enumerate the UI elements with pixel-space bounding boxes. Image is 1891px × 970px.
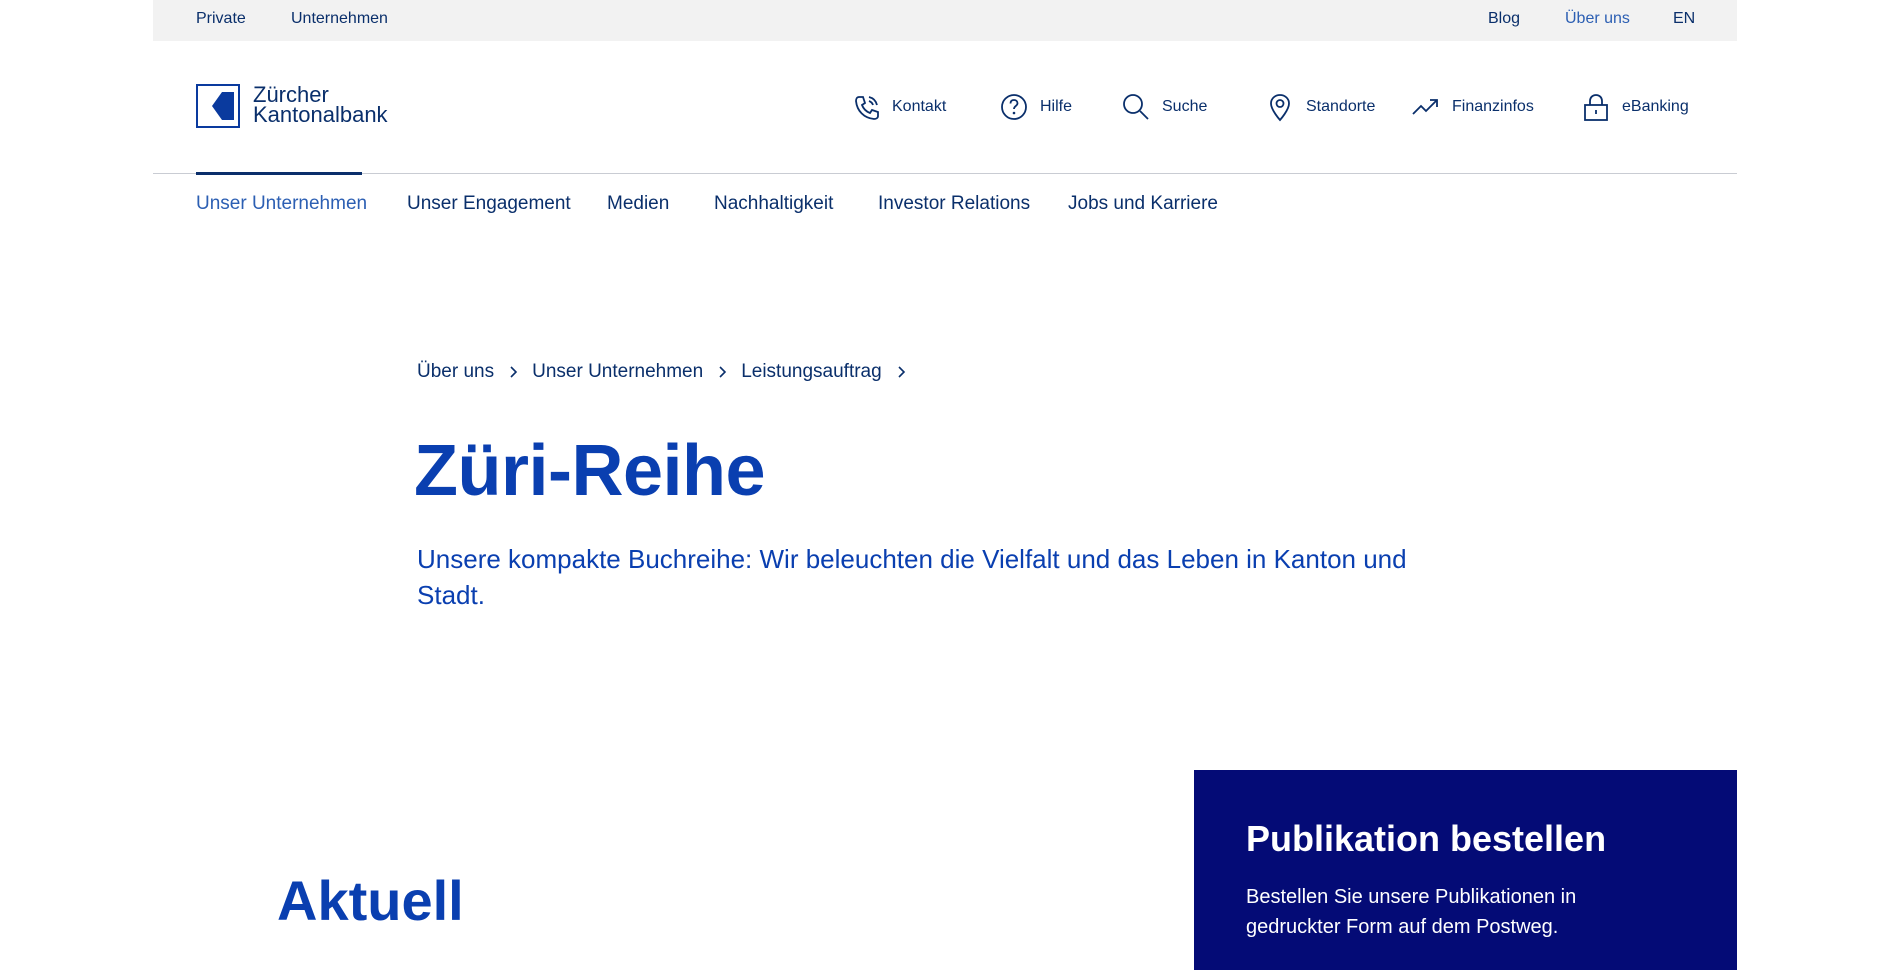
order-box-title: Publikation bestellen (1246, 818, 1607, 859)
chevron-right-icon (898, 366, 905, 378)
nav-item-jobs-und-karriere[interactable]: Jobs und Karriere (1068, 193, 1218, 215)
tool-ebanking[interactable]: eBanking (1580, 88, 1689, 126)
topbar-link-ueber-uns[interactable]: Über uns (1565, 10, 1630, 28)
breadcrumb-link-leistungsauftrag[interactable]: Leistungsauftrag (741, 361, 882, 383)
nav-item-investor-relations[interactable]: Investor Relations (878, 193, 1030, 215)
trend-up-icon (1412, 99, 1438, 115)
nav-item-unser-unternehmen[interactable]: Unser Unternehmen (196, 193, 367, 215)
tool-finanzinfos[interactable]: Finanzinfos (1410, 88, 1534, 126)
tool-suche[interactable]: Suche (1120, 88, 1207, 126)
location-pin-icon (1270, 94, 1290, 122)
tool-label-kontakt: Kontakt (892, 98, 947, 115)
nav-item-nachhaltigkeit[interactable]: Nachhaltigkeit (714, 193, 833, 215)
active-nav-indicator (196, 172, 362, 175)
chevron-right-icon (510, 366, 518, 378)
help-icon (1001, 94, 1027, 120)
topbar-link-blog[interactable]: Blog (1488, 10, 1520, 28)
breadcrumb: Über uns Unser Unternehmen Leistungsauft… (417, 361, 920, 383)
order-box-text: Bestellen Sie unsere Publikationen in ge… (1246, 886, 1577, 938)
lock-icon (1584, 94, 1608, 121)
tool-label-hilfe: Hilfe (1040, 98, 1073, 115)
tool-standorte[interactable]: Standorte (1264, 88, 1375, 126)
topbar-link-language-en[interactable]: EN (1673, 10, 1695, 28)
order-publication-box: Publikation bestellen Bestellen Sie unse… (1194, 770, 1737, 970)
tool-label-ebanking: eBanking (1622, 98, 1689, 115)
breadcrumb-link-unser-unternehmen[interactable]: Unser Unternehmen (532, 361, 703, 383)
tool-label-standorte: Standorte (1306, 98, 1376, 115)
header-divider (153, 173, 1737, 174)
service-tools: Kontakt Hilfe Suche Standorte Finanzinfo… (850, 88, 1700, 126)
top-utility-bar: Private Unternehmen Blog Über uns EN (153, 0, 1737, 41)
tool-label-finanzinfos: Finanzinfos (1452, 98, 1534, 115)
breadcrumb-link-ueber-uns[interactable]: Über uns (417, 361, 494, 383)
topbar-link-private[interactable]: Private (196, 10, 246, 28)
logo-mark-icon (196, 84, 240, 128)
chevron-right-icon (719, 366, 727, 378)
tool-kontakt[interactable]: Kontakt (850, 88, 946, 126)
page-title: Züri-Reihe (414, 431, 766, 511)
section-title-aktuell: Aktuell (277, 869, 464, 932)
tool-label-suche: Suche (1162, 98, 1208, 115)
nav-item-medien[interactable]: Medien (607, 193, 669, 215)
page-lead-text: Unsere kompakte Buchreihe: Wir beleuchte… (417, 544, 1407, 610)
nav-item-unser-engagement[interactable]: Unser Engagement (407, 193, 571, 215)
phone-icon (855, 96, 879, 120)
logo-text: Zürcher Kantonalbank (253, 82, 388, 127)
search-icon (1123, 94, 1149, 120)
logo[interactable]: Zürcher Kantonalbank (196, 84, 396, 130)
topbar-link-unternehmen[interactable]: Unternehmen (291, 10, 388, 28)
tool-hilfe[interactable]: Hilfe (998, 88, 1072, 126)
